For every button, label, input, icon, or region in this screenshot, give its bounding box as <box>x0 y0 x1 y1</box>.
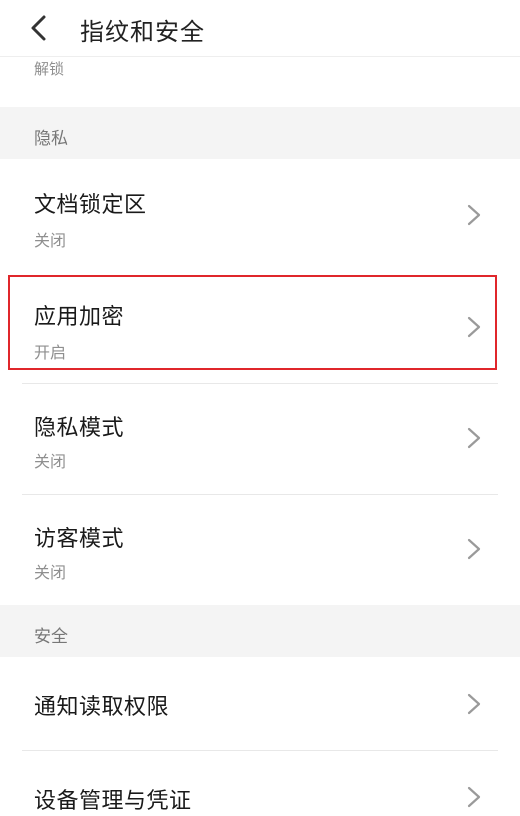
row-title: 隐私模式 <box>34 416 125 441</box>
row-device-management-credentials[interactable]: 设备管理与凭证 <box>0 751 520 816</box>
section-label: 隐私 <box>34 129 68 149</box>
fingerprint-security-page: 指纹和安全 解锁 隐私 文档锁定区 关闭 应用加密 开启 隐私模式 关闭 访客模… <box>0 0 520 816</box>
row-title: 应用加密 <box>34 305 125 330</box>
back-button[interactable] <box>22 10 58 46</box>
row-status: 关闭 <box>34 452 67 471</box>
chevron-right-icon <box>466 537 482 561</box>
row-status: 关闭 <box>34 563 67 582</box>
section-header-privacy: 隐私 <box>0 107 520 159</box>
row-notification-access[interactable]: 通知读取权限 <box>0 657 520 750</box>
page-title: 指纹和安全 <box>80 18 205 46</box>
row-title: 访客模式 <box>34 527 125 552</box>
section-header-security: 安全 <box>0 605 520 657</box>
header-divider <box>0 56 520 57</box>
row-status: 关闭 <box>34 231 67 250</box>
chevron-right-icon <box>466 426 482 450</box>
chevron-right-icon <box>466 203 482 227</box>
row-title: 文档锁定区 <box>34 193 147 218</box>
row-title: 设备管理与凭证 <box>34 789 192 814</box>
chevron-right-icon <box>466 785 482 809</box>
row-guest-mode[interactable]: 访客模式 关闭 <box>0 495 520 605</box>
row-document-lock-zone[interactable]: 文档锁定区 关闭 <box>0 159 520 271</box>
row-app-encryption[interactable]: 应用加密 开启 <box>0 271 520 383</box>
chevron-right-icon <box>466 315 482 339</box>
row-status: 开启 <box>34 343 67 362</box>
row-title: 通知读取权限 <box>34 695 170 720</box>
row-privacy-mode[interactable]: 隐私模式 关闭 <box>0 384 520 494</box>
partial-item-subtitle: 解锁 <box>34 60 65 78</box>
chevron-left-icon <box>31 15 46 41</box>
section-label: 安全 <box>34 627 68 647</box>
app-header: 指纹和安全 <box>0 0 520 56</box>
chevron-right-icon <box>466 692 482 716</box>
